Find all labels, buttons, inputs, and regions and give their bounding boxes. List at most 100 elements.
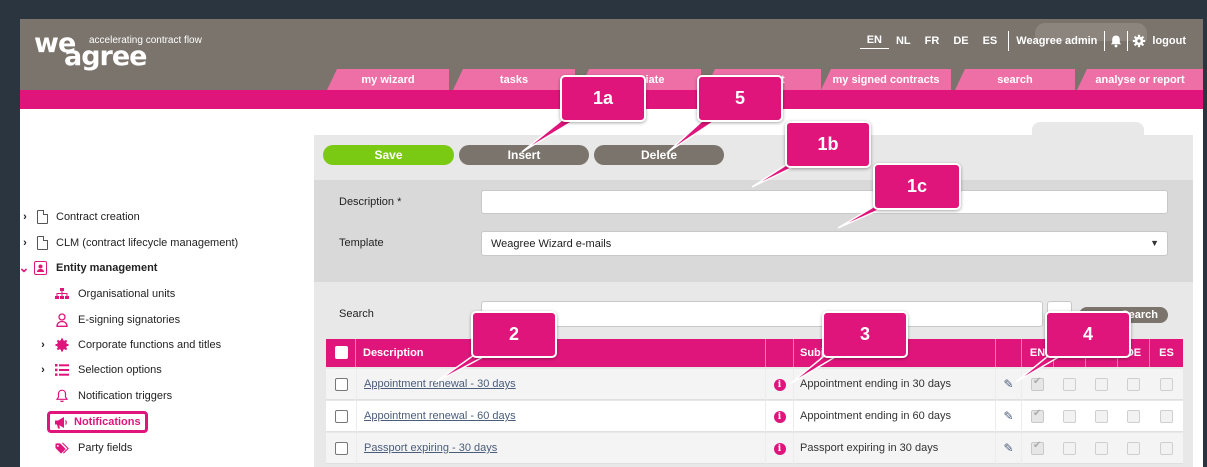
callout-5: 5: [697, 75, 783, 122]
sidebar-item-organisational-units[interactable]: Organisational units: [55, 284, 175, 304]
sidebar-item-clm[interactable]: › CLM (contract lifecycle management): [20, 233, 238, 253]
edit-cell: ✎: [996, 369, 1022, 400]
sidebar-item-contract-creation[interactable]: › Contract creation: [20, 207, 140, 227]
bell-icon: [55, 389, 69, 403]
list-icon: [55, 363, 69, 377]
lang-de[interactable]: DE: [946, 35, 975, 47]
tab-analyse-or-report[interactable]: analyse or report: [1077, 69, 1203, 90]
pencil-icon[interactable]: ✎: [1003, 441, 1013, 455]
lang-nl[interactable]: NL: [889, 35, 918, 47]
tab-my-signed-contracts[interactable]: my signed contracts: [821, 69, 951, 90]
info-cell: i: [766, 369, 794, 400]
description-cell: Appointment renewal - 60 days: [356, 401, 766, 432]
callout-4: 4: [1045, 311, 1131, 358]
description-link[interactable]: Passport expiring - 30 days: [364, 442, 497, 454]
lang-de-checkbox: [1127, 378, 1140, 391]
logo-tagline: accelerating contract flow: [89, 35, 202, 46]
column-header-description[interactable]: Description: [356, 339, 766, 367]
entity-icon: [33, 261, 47, 275]
top-bar: EN NL FR DE ES Weagree admin logout: [859, 31, 1189, 51]
sidebar-item-corporate-functions[interactable]: › Corporate functions and titles: [38, 335, 221, 355]
lang-en[interactable]: EN: [859, 34, 889, 49]
column-header-es: ES: [1159, 347, 1174, 359]
edit-cell: ✎: [996, 401, 1022, 432]
chevron-right-icon[interactable]: ›: [20, 211, 30, 223]
sidebar-item-label: E-signing signatories: [78, 314, 181, 326]
template-select[interactable]: Weagree Wizard e-mails ▼: [481, 231, 1168, 256]
info-icon[interactable]: i: [773, 379, 786, 391]
delete-button[interactable]: Delete: [594, 145, 724, 165]
pencil-icon[interactable]: ✎: [1003, 377, 1013, 391]
callout-1c: 1c: [873, 163, 961, 210]
sidebar-item-party-fields[interactable]: Party fields: [55, 438, 132, 458]
caret-down-icon: ▼: [1150, 238, 1159, 248]
lang-fr-checkbox: [1095, 378, 1108, 391]
bell-icon[interactable]: [1109, 34, 1123, 48]
lang-es[interactable]: ES: [976, 35, 1005, 47]
sidebar-item-label: CLM (contract lifecycle management): [56, 237, 239, 249]
sidebar-item-e-signing-signatories[interactable]: E-signing signatories: [55, 310, 180, 330]
row-checkbox[interactable]: [335, 378, 348, 391]
description-label: Description *: [339, 196, 402, 208]
active-item-highlight: Notifications: [47, 411, 148, 433]
org-chart-icon: [55, 287, 69, 301]
lang-en-checkbox: [1031, 440, 1044, 455]
chevron-down-icon[interactable]: ⌄: [15, 260, 33, 276]
sidebar-item-label: Selection options: [78, 364, 162, 376]
user-icon: [55, 313, 69, 327]
pencil-icon[interactable]: ✎: [1003, 409, 1013, 423]
insert-button[interactable]: Insert: [459, 145, 589, 165]
sidebar-item-label: Notifications: [74, 416, 141, 428]
lang-fr-checkbox: [1095, 442, 1108, 455]
tab-my-wizard[interactable]: my wizard: [327, 69, 449, 90]
megaphone-icon: [54, 415, 68, 429]
panel-tab-decoration: [1032, 122, 1144, 136]
tab-tasks[interactable]: tasks: [453, 69, 575, 90]
tab-search[interactable]: search: [955, 69, 1075, 90]
info-icon[interactable]: i: [773, 411, 786, 423]
select-all-checkbox[interactable]: [335, 346, 348, 359]
gear-icon[interactable]: [1132, 34, 1146, 48]
template-label: Template: [339, 237, 384, 249]
table-row[interactable]: Passport expiring - 30 days i Passport e…: [326, 433, 1183, 464]
sidebar-item-entity-management[interactable]: ⌄ Entity management: [15, 258, 157, 278]
sidebar-item-notifications[interactable]: Notifications: [47, 409, 148, 435]
lang-fr[interactable]: FR: [918, 35, 947, 47]
logout-link[interactable]: logout: [1149, 35, 1189, 47]
lang-nl-checkbox: [1063, 378, 1076, 391]
row-checkbox[interactable]: [335, 442, 348, 455]
search-input[interactable]: [481, 301, 1043, 327]
info-icon[interactable]: i: [773, 443, 786, 455]
subject-cell: Passport expiring in 30 days: [794, 433, 996, 464]
row-checkbox[interactable]: [335, 410, 348, 423]
window-frame-left: [0, 0, 20, 467]
divider: [1104, 31, 1106, 51]
save-button[interactable]: Save: [323, 145, 454, 165]
user-name[interactable]: Weagree admin: [1013, 35, 1100, 47]
sidebar-item-selection-options[interactable]: › Selection options: [38, 360, 162, 380]
lang-nl-checkbox: [1063, 410, 1076, 423]
lang-en-checkbox: [1031, 408, 1044, 423]
info-cell: i: [766, 401, 794, 432]
window-frame-right: [1203, 0, 1207, 467]
chevron-right-icon[interactable]: ›: [38, 339, 48, 351]
info-cell: i: [766, 433, 794, 464]
sidebar-item-label: Entity management: [56, 262, 158, 274]
table-row[interactable]: Appointment renewal - 30 days i Appointm…: [326, 369, 1183, 400]
tags-icon: [55, 441, 69, 455]
table-row[interactable]: Appointment renewal - 60 days i Appointm…: [326, 401, 1183, 432]
chevron-right-icon[interactable]: ›: [38, 364, 48, 376]
document-icon: [37, 236, 48, 250]
chevron-right-icon[interactable]: ›: [20, 237, 30, 249]
description-cell: Appointment renewal - 30 days: [356, 369, 766, 400]
description-link[interactable]: Appointment renewal - 30 days: [364, 378, 516, 390]
sidebar-item-notification-triggers[interactable]: Notification triggers: [55, 386, 172, 406]
callout-3: 3: [822, 311, 908, 358]
description-link[interactable]: Appointment renewal - 60 days: [364, 410, 516, 422]
subject-cell: Appointment ending in 60 days: [794, 401, 996, 432]
lang-nl-checkbox: [1063, 442, 1076, 455]
lang-es-checkbox: [1160, 378, 1173, 391]
lang-en-checkbox: [1031, 376, 1044, 391]
lang-de-checkbox: [1127, 442, 1140, 455]
description-input[interactable]: [481, 190, 1168, 214]
